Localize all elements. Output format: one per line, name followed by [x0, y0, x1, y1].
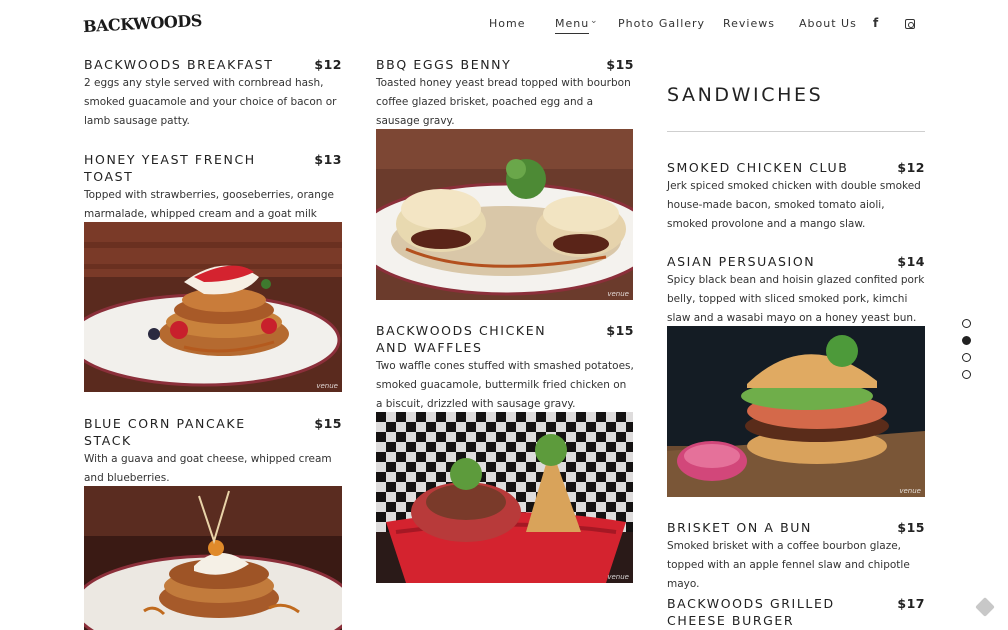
page-dot-3[interactable] — [962, 353, 971, 362]
menu-item-name: Honey Yeast French Toast — [84, 152, 256, 184]
asian-persuasion-photo: venue — [667, 326, 925, 497]
badge-icon[interactable] — [975, 597, 995, 617]
menu-item-description: Two waffle cones stuffed with smashed po… — [376, 360, 634, 410]
pancake-stack-photo — [84, 486, 342, 630]
menu-item: Blue Corn Pancake Stack $15 With a guava… — [84, 415, 342, 488]
page-dot-4[interactable] — [962, 370, 971, 379]
menu-item-price: $15 — [314, 416, 342, 431]
menu-item-description: Spicy black bean and hoisin glazed confi… — [667, 274, 925, 324]
menu-item-price: $15 — [606, 57, 634, 72]
menu-item: Brisket on a Bun $15 Smoked brisket with… — [667, 519, 925, 594]
menu-item: Backwoods Grilled Cheese Burger $17 — [667, 595, 925, 629]
menu-item-description: Toasted honey yeast bread topped with bo… — [376, 77, 631, 127]
menu-item: Backwoods Chicken and Waffles $15 Two wa… — [376, 322, 634, 414]
logo[interactable]: BACKWOODS — [83, 11, 203, 36]
menu-item-price: $15 — [606, 323, 634, 338]
divider — [667, 131, 925, 132]
menu-item-price: $13 — [314, 152, 342, 167]
watermark: venue — [607, 573, 629, 581]
menu-item-name: Smoked Chicken Club — [667, 160, 849, 175]
menu-item-name: Brisket on a Bun — [667, 520, 812, 535]
instagram-icon[interactable] — [905, 19, 915, 29]
menu-item-name: BBQ Eggs Benny — [376, 57, 512, 72]
french-toast-photo: venue — [84, 222, 342, 392]
menu-item-name: Backwoods Grilled Cheese Burger — [667, 596, 835, 628]
menu-item: BBQ Eggs Benny $15 Toasted honey yeast b… — [376, 56, 634, 131]
menu-item-price: $17 — [897, 596, 925, 611]
nav-reviews[interactable]: Reviews — [723, 17, 775, 30]
watermark: venue — [607, 290, 629, 298]
page-dot-2[interactable] — [962, 336, 971, 345]
nav-about-us[interactable]: About Us — [799, 17, 857, 30]
menu-item-name: Asian Persuasion — [667, 254, 816, 269]
menu-item-price: $12 — [314, 57, 342, 72]
menu-item-name: Backwoods Chicken and Waffles — [376, 323, 547, 355]
watermark: venue — [899, 487, 921, 495]
description-text: Topped with strawberries, gooseberries, … — [84, 189, 334, 220]
watermark: venue — [316, 382, 338, 390]
nav-photo-gallery[interactable]: Photo Gallery — [618, 17, 705, 30]
menu-item-price: $12 — [897, 160, 925, 175]
page-dot-1[interactable] — [962, 319, 971, 328]
facebook-icon[interactable]: f — [873, 16, 878, 30]
chicken-waffles-photo: venue — [376, 412, 633, 583]
menu-item: Asian Persuasion $14 Spicy black bean an… — [667, 253, 925, 328]
menu-item: Smoked Chicken Club $12 Jerk spiced smok… — [667, 159, 925, 234]
menu-item-price: $14 — [897, 254, 925, 269]
menu-item-description: With a guava and goat cheese, whipped cr… — [84, 453, 332, 484]
section-title: SANDWICHES — [667, 84, 824, 106]
menu-item-name: Backwoods Breakfast — [84, 57, 274, 72]
menu-item-name: Blue Corn Pancake Stack — [84, 416, 246, 448]
nav-home[interactable]: Home — [489, 17, 525, 30]
eggs-benny-photo: venue — [376, 129, 633, 300]
menu-item: Backwoods Breakfast $12 2 eggs any style… — [84, 56, 342, 131]
chevron-down-icon[interactable]: ⌄ — [590, 16, 598, 26]
menu-item-description: 2 eggs any style served with cornbread h… — [84, 77, 337, 127]
menu-item-description: Jerk spiced smoked chicken with double s… — [667, 180, 921, 230]
nav-menu[interactable]: Menu — [555, 17, 590, 34]
menu-item-price: $15 — [897, 520, 925, 535]
menu-item-description: Smoked brisket with a coffee bourbon gla… — [667, 540, 910, 590]
